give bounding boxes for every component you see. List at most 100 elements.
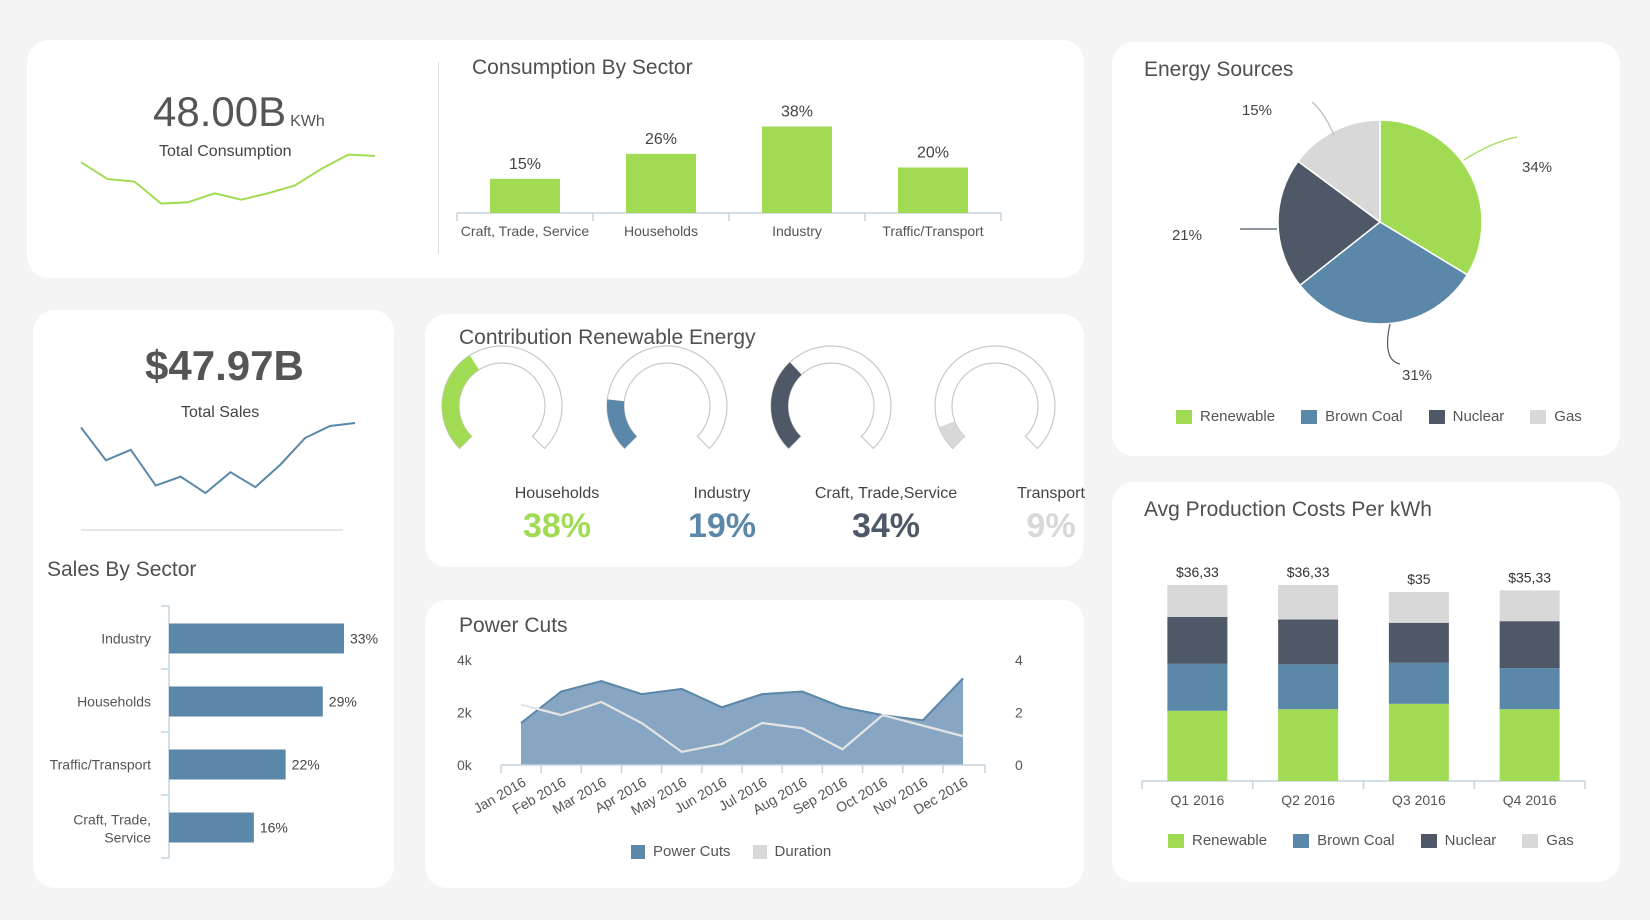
legend-label: Brown Coal bbox=[1317, 832, 1395, 849]
y-left-tick-label: 0k bbox=[457, 757, 473, 773]
legend-renewable: Renewable bbox=[1176, 408, 1275, 425]
legend-brown-coal: Brown Coal bbox=[1301, 408, 1403, 425]
stacked-bar-segment bbox=[1167, 616, 1228, 664]
bar-data-label: 22% bbox=[292, 757, 320, 773]
legend-label: Renewable bbox=[1200, 408, 1276, 425]
stacked-bar-segment bbox=[1388, 622, 1449, 663]
bar-data-label: 38% bbox=[781, 104, 813, 121]
y-right-tick-label: 0 bbox=[1015, 757, 1023, 773]
bar-total-label: $35 bbox=[1407, 571, 1431, 587]
gauge-households-pct: 38% bbox=[522, 507, 592, 545]
stacked-bar-segment bbox=[1167, 584, 1228, 617]
pie-leader-line bbox=[1463, 136, 1518, 161]
legend-label: Nuclear bbox=[1444, 832, 1497, 849]
legend-label: Renewable bbox=[1192, 832, 1268, 849]
bar-total-label: $36,33 bbox=[1176, 564, 1219, 580]
legend-swatch bbox=[1301, 409, 1318, 424]
bar bbox=[490, 178, 560, 213]
bar bbox=[626, 153, 696, 213]
stacked-bar-segment bbox=[1278, 584, 1339, 620]
legend-nuclear: Nuclear bbox=[1428, 408, 1505, 425]
x-tick-label: Q1 2016 bbox=[1171, 792, 1225, 808]
legend-label: Brown Coal bbox=[1325, 408, 1403, 425]
bar-data-label: 15% bbox=[509, 156, 541, 173]
power-cuts-legend: Power Cuts Duration bbox=[631, 843, 831, 860]
legend-swatch bbox=[631, 844, 645, 859]
bar bbox=[169, 812, 254, 843]
energy-sources-card: Energy Sources 34% 31% 21% 15% Renewable Br… bbox=[1112, 42, 1620, 456]
bar-total-label: $35,33 bbox=[1508, 569, 1551, 585]
x-tick-label: Q3 2016 bbox=[1392, 792, 1446, 808]
stacked-bar-segment bbox=[1388, 662, 1449, 704]
legend-renewable: Renewable bbox=[1168, 832, 1267, 849]
energy-sources-pie: 34% 31% 21% 15% bbox=[1172, 101, 1552, 384]
sales-card: $47.97B Total Sales Sales By Sector 33% I… bbox=[33, 310, 394, 888]
legend-swatch bbox=[1522, 833, 1539, 848]
gauge-fill bbox=[442, 355, 479, 449]
x-tick-label: Households bbox=[624, 223, 698, 239]
bar bbox=[169, 686, 323, 717]
sales-by-sector-chart: 33% Industry 29% Households 22% Traffic/Trans… bbox=[50, 605, 378, 859]
pie-data-label: 15% bbox=[1242, 102, 1272, 119]
legend-brown-coal: Brown Coal bbox=[1293, 832, 1395, 849]
legend-label: Nuclear bbox=[1452, 408, 1505, 425]
y-tick-label: Industry bbox=[101, 631, 151, 647]
legend-swatch bbox=[752, 844, 767, 859]
y-tick-label: Craft, Trade, bbox=[73, 812, 151, 828]
stacked-bar-segment bbox=[1499, 621, 1560, 669]
bar-data-label: 16% bbox=[260, 820, 288, 836]
gauge-transport-name: Transport bbox=[1017, 485, 1085, 502]
legend-label: Gas bbox=[1554, 408, 1582, 425]
legend-power-cuts: Power Cuts bbox=[631, 843, 731, 860]
legend-swatch bbox=[1428, 409, 1445, 424]
stacked-bar-segment bbox=[1278, 664, 1339, 710]
stacked-bar-segment bbox=[1499, 668, 1560, 710]
x-tick-label: Traffic/Transport bbox=[882, 223, 984, 239]
x-tick-label: Craft, Trade, Service bbox=[461, 223, 590, 239]
x-tick-label: Q2 2016 bbox=[1281, 792, 1335, 808]
bar bbox=[169, 749, 286, 780]
legend-gas: Gas bbox=[1530, 408, 1582, 425]
energy-sources-legend: Renewable Brown Coal Nuclear Gas bbox=[1176, 408, 1582, 425]
gauge-industry-pct: 19% bbox=[687, 507, 757, 545]
pie-data-label: 31% bbox=[1402, 367, 1432, 384]
production-costs-legend: Renewable Brown Coal Nuclear Gas bbox=[1168, 832, 1574, 849]
y-right-tick-label: 2 bbox=[1015, 705, 1023, 721]
y-right-tick-label: 4 bbox=[1015, 652, 1023, 668]
y-left-tick-label: 4k bbox=[457, 652, 473, 668]
stacked-bar-segment bbox=[1388, 592, 1449, 623]
legend-swatch bbox=[1168, 833, 1184, 848]
gauge-households-name: Households bbox=[514, 485, 600, 502]
bar bbox=[169, 623, 344, 654]
x-tick-label: Industry bbox=[772, 223, 822, 239]
legend-swatch bbox=[1420, 833, 1437, 848]
legend-gas: Gas bbox=[1522, 832, 1574, 849]
stacked-bar-segment bbox=[1278, 619, 1339, 665]
production-costs-card: Avg Production Costs Per kWh $36,33 Q1 20… bbox=[1112, 482, 1620, 882]
y-tick-label: Service bbox=[104, 830, 151, 846]
bar-data-label: 20% bbox=[917, 145, 949, 162]
stacked-bar-segment bbox=[1499, 590, 1560, 622]
production-costs-chart: $36,33 Q1 2016 $36,33 Q2 2016 $35 Q3 2016 $35,… bbox=[1141, 564, 1586, 808]
gauge-craft-pct: 34% bbox=[851, 507, 921, 545]
stacked-bar-segment bbox=[1499, 709, 1560, 781]
gauge-fill bbox=[771, 362, 802, 449]
renewable-contribution-card: Contribution Renewable Energy Households… bbox=[425, 314, 1085, 567]
gauge-craft-name: Craft, Trade,Service bbox=[814, 485, 958, 502]
stacked-bar-segment bbox=[1167, 710, 1228, 781]
legend-nuclear: Nuclear bbox=[1420, 832, 1497, 849]
power-cuts-card: Power Cuts Jan 2016 Feb 2016 Mar 2016 Apr 2… bbox=[425, 600, 1084, 888]
pie-leader-line bbox=[1311, 101, 1335, 136]
bar-data-label: 33% bbox=[350, 631, 378, 647]
legend-swatch bbox=[1176, 409, 1192, 424]
stacked-bar-segment bbox=[1388, 703, 1449, 781]
y-tick-label: Traffic/Transport bbox=[50, 757, 152, 773]
y-tick-label: Households bbox=[77, 694, 151, 710]
stacked-bar-segment bbox=[1167, 663, 1228, 711]
pie-leader-line bbox=[1387, 323, 1401, 365]
bar-total-label: $36,33 bbox=[1287, 564, 1330, 580]
bar bbox=[762, 126, 832, 213]
gauge-transport-pct: 9% bbox=[1026, 507, 1076, 545]
legend-duration: Duration bbox=[752, 843, 831, 860]
power-cuts-area bbox=[521, 678, 963, 765]
